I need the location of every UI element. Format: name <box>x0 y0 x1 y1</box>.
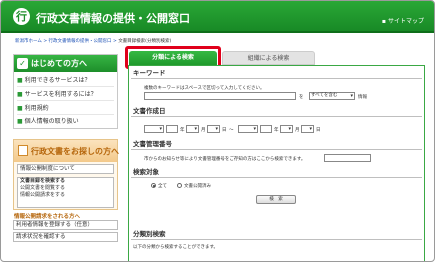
arrow-icon: ■ <box>17 105 23 112</box>
sidebar-item-search-catalog[interactable]: 文書目録を検索する <box>18 178 113 185</box>
search-panel: キーワード 複数のキーワードはスペースで区切って入力してください。 を すべてを… <box>128 65 425 261</box>
created-from-day[interactable] <box>207 125 220 133</box>
section-keyword: キーワード <box>131 68 422 79</box>
arrow-icon: ■ <box>17 91 23 98</box>
created-from-era-select[interactable] <box>144 125 164 133</box>
doc-number-input[interactable] <box>324 154 371 162</box>
search-button[interactable]: 検 索 <box>256 195 296 204</box>
section-target: 検索対象 <box>131 167 422 178</box>
sidebar-section-requesters: 情報公開請求をされる方へ <box>14 214 81 220</box>
docno-hint: 市からのお知らせ等により文書管理番号をご存知の方はここから検索できます。 <box>144 157 306 162</box>
sidebar-search-group: 文書目録を検索する 公開文書を閲覧する 情報公開請求をする <box>17 177 114 208</box>
created-to-era-select[interactable] <box>238 125 258 133</box>
arrow-icon: ■ <box>17 118 23 125</box>
sidebar-item-terms[interactable]: ■ 利用規約 <box>17 102 114 115</box>
section-created-date: 文書作成日 <box>131 106 422 117</box>
sitemap-link[interactable]: ▪ サイトマップ <box>382 16 424 25</box>
target-all-radio[interactable] <box>151 183 156 188</box>
keyword-input[interactable] <box>144 92 296 100</box>
sidebar-item-disclosure-system[interactable]: 情報公開制度について <box>17 164 114 174</box>
site-title[interactable]: 行政文書情報の提供・公開窓口 <box>36 10 190 26</box>
keyword-match-select[interactable]: すべてを含む <box>309 92 355 100</box>
site-header: 行 行政文書情報の提供・公開窓口 ▪ サイトマップ <box>1 1 434 33</box>
breadcrumb-current: 文書目録検索(分類別検索) <box>118 39 172 44</box>
sidebar-item-privacy[interactable]: ■ 個人情報の取り扱い <box>17 115 114 128</box>
breadcrumb-section[interactable]: 行政文書情報の提供・公開窓口 <box>49 39 112 44</box>
created-to-day[interactable] <box>301 125 314 133</box>
created-from-year[interactable] <box>166 125 178 133</box>
breadcrumb-home[interactable]: 新潟市ホーム <box>15 39 42 44</box>
sidebar-title-search: 行政文書をお探しの方へ <box>31 147 119 156</box>
site-logo[interactable]: 行 <box>13 8 30 25</box>
sidebar-item-how-to-use[interactable]: ■ サービスを利用するには？ <box>17 88 114 101</box>
sidebar-box-search: 行政文書をお探しの方へ 情報公開制度について 文書目録を検索する 公開文書を閲覧… <box>13 139 119 210</box>
search-header: 行政文書をお探しの方へ <box>14 140 119 162</box>
category-hint: 以下の分類から検索することができます。 <box>133 245 219 250</box>
arrow-icon: ■ <box>17 77 23 84</box>
breadcrumb: 新潟市ホーム > 行政文書情報の提供・公開窓口 > 文書目録検索(分類別検索) <box>15 39 172 44</box>
section-doc-number: 文書管理番号 <box>131 139 422 150</box>
sidebar-title-beginner: はじめての方へ <box>31 59 87 68</box>
sidebar-item-register[interactable]: 利用者情報を登録する（任意） <box>13 220 118 230</box>
target-public-radio[interactable] <box>177 183 182 188</box>
section-category: 分類別検索 <box>131 229 422 240</box>
created-from-month[interactable] <box>186 125 199 133</box>
sidebar-item-view-public[interactable]: 公開文書を閲覧する <box>18 185 113 192</box>
keyword-hint: 複数のキーワードはスペースで区切って入力してください。 <box>144 86 265 91</box>
created-to-month[interactable] <box>280 125 293 133</box>
sidebar-box-beginner: ✓ はじめての方へ ■ 利用できるサービスは？ ■ サービスを利用するには？ ■ 利用… <box>13 54 118 129</box>
document-icon <box>18 145 28 156</box>
sitemap-icon: ▪ <box>381 18 386 25</box>
tab-organization-search[interactable]: 組織による検索 <box>222 51 315 65</box>
sidebar-item-status[interactable]: 請求状況を確認する <box>13 232 118 242</box>
beginner-header: ✓ はじめての方へ <box>14 55 117 72</box>
browser-frame: 行 行政文書情報の提供・公開窓口 ▪ サイトマップ 新潟市ホーム > 行政文書情報… <box>0 0 435 262</box>
sidebar-item-services[interactable]: ■ 利用できるサービスは？ <box>17 74 114 87</box>
sidebar-item-request[interactable]: 情報公開請求をする <box>18 192 113 199</box>
beginner-mark-icon: ✓ <box>17 58 28 69</box>
created-to-year[interactable] <box>260 125 272 133</box>
